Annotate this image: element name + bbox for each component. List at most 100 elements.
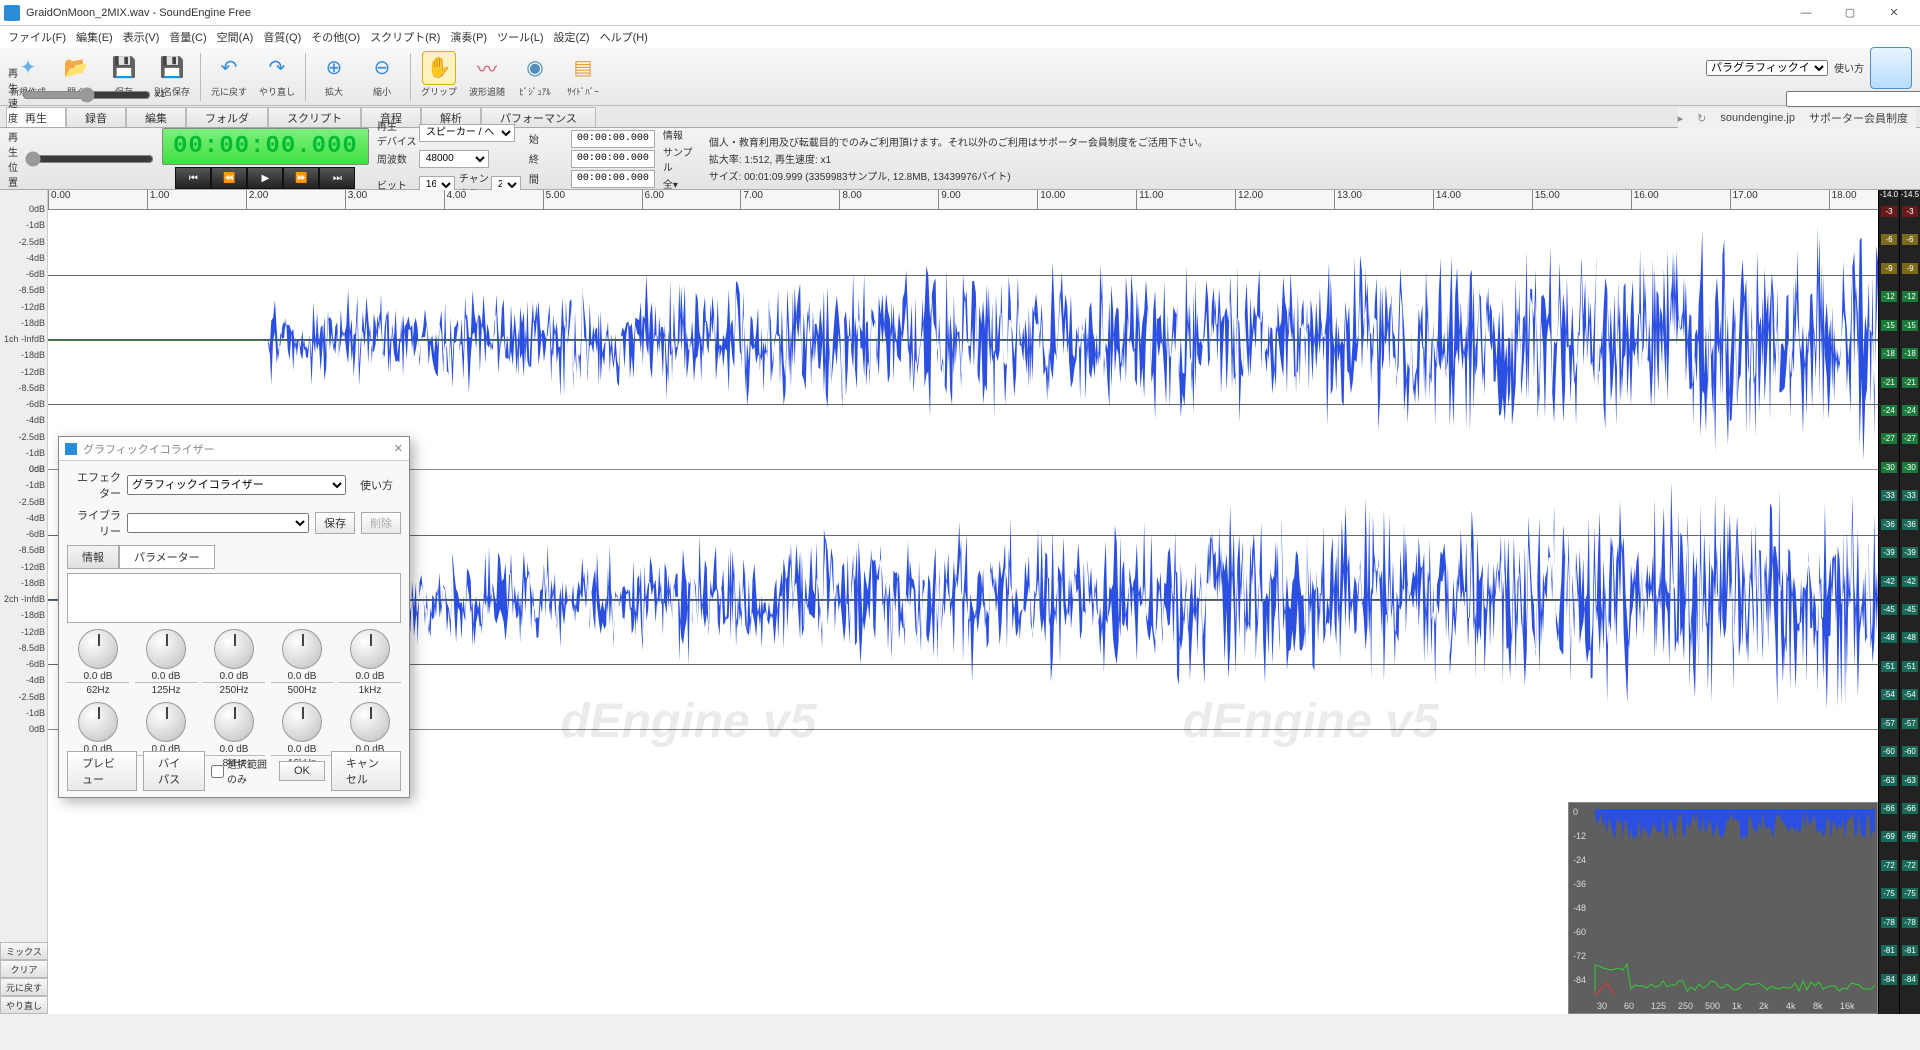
delete-button[interactable]: 削除 xyxy=(361,512,401,534)
support-link[interactable]: サポーター会員制度 xyxy=(1809,110,1908,126)
dialog-tab[interactable]: 情報 xyxy=(67,545,119,569)
preview-button[interactable]: プレビュー xyxy=(67,751,137,791)
effector-select[interactable]: グラフィックイコライザー xyxy=(127,475,346,495)
minimize-button[interactable]: — xyxy=(1784,1,1828,25)
gap-time[interactable] xyxy=(571,170,655,188)
eq-knob-音量[interactable] xyxy=(350,702,390,742)
transport-button[interactable]: ⏪ xyxy=(211,167,247,189)
menu-item[interactable]: スクリプト(R) xyxy=(366,27,444,47)
graphic-eq-dialog: グラフィックイコライザー ✕ エフェクター グラフィックイコライザー 使い方 ラ… xyxy=(58,436,410,798)
domain-link[interactable]: soundengine.jp xyxy=(1720,112,1795,124)
dialog-close-icon[interactable]: ✕ xyxy=(394,442,403,455)
toolbar-拡大[interactable]: ⊕ xyxy=(317,51,351,85)
all-label[interactable]: 全▾ xyxy=(663,176,701,191)
close-button[interactable]: ✕ xyxy=(1872,1,1916,25)
selection-only-checkbox[interactable]: 選択範囲 のみ xyxy=(211,756,267,786)
play-pos-slider[interactable] xyxy=(25,151,154,167)
waveform-ch1[interactable] xyxy=(48,210,1878,470)
menu-item[interactable]: 演奏(P) xyxy=(446,27,491,47)
meter-segment: -36 xyxy=(1902,519,1918,530)
info-line: 拡大率: 1:512, 再生速度: x1 xyxy=(709,151,1208,166)
toolbar-ﾋﾞｼﾞｭｱﾙ[interactable]: ◉ xyxy=(518,51,552,85)
eq-knob-250Hz[interactable] xyxy=(214,629,254,669)
side-button[interactable]: 元に戻す xyxy=(0,978,48,996)
maximize-button[interactable]: ▢ xyxy=(1828,1,1872,25)
spectrum-plot xyxy=(1569,803,1877,1013)
eq-knob-value: 0.0 dB xyxy=(67,671,129,683)
toolbar-元に戻す[interactable]: ↶ xyxy=(212,51,246,85)
db-label: 0dB xyxy=(29,464,45,474)
toolbar-別名保存[interactable]: 💾 xyxy=(155,51,189,85)
menubar: ファイル(F)編集(E)表示(V)音量(C)空間(A)音質(Q)その他(O)スク… xyxy=(0,26,1920,48)
freq-select[interactable]: 48000 xyxy=(419,150,489,168)
dialog-title: グラフィックイコライザー xyxy=(83,441,215,457)
eq-knob-1kHz[interactable] xyxy=(350,629,390,669)
toolbar-グリップ[interactable]: ✋ xyxy=(422,51,456,85)
menu-item[interactable]: その他(O) xyxy=(307,27,364,47)
transport-button[interactable]: ▶ xyxy=(247,167,283,189)
nav-reload-icon[interactable]: ↻ xyxy=(1697,112,1706,125)
meter-segment: -81 xyxy=(1881,945,1897,956)
db-label: -6dB xyxy=(26,529,45,539)
menu-item[interactable]: 音量(C) xyxy=(165,27,210,47)
save-button[interactable]: 保存 xyxy=(315,512,355,534)
db-label: -1dB xyxy=(26,708,45,718)
globe-button[interactable] xyxy=(1870,47,1912,89)
eq-knob-500Hz[interactable] xyxy=(282,629,322,669)
meter-segment: -24 xyxy=(1902,405,1918,416)
toolbar-やり直し[interactable]: ↷ xyxy=(260,51,294,85)
help-link[interactable]: 使い方 xyxy=(1834,60,1864,75)
cancel-button[interactable]: キャンセル xyxy=(331,751,401,791)
app-icon xyxy=(4,5,20,21)
window-title: GraidOnMoon_2MIX.wav - SoundEngine Free xyxy=(26,7,251,19)
eq-knob-2kHz[interactable] xyxy=(78,702,118,742)
info-textarea[interactable] xyxy=(67,573,401,623)
time-ruler[interactable]: 0.001.002.003.004.005.006.007.008.009.00… xyxy=(48,190,1878,210)
toolbar-ｻｲﾄﾞﾊﾞｰ[interactable]: ▤ xyxy=(566,51,600,85)
nav-back-icon[interactable]: ▸ xyxy=(1678,112,1684,125)
meter-segment: -18 xyxy=(1902,348,1918,359)
start-time[interactable] xyxy=(571,130,655,148)
toolbar-波形追随[interactable]: 〰 xyxy=(470,51,504,85)
transport-button[interactable]: ⏩ xyxy=(283,167,319,189)
dialog-tab[interactable]: パラメーター xyxy=(119,545,215,569)
spectrum-panel[interactable]: 0-12-24-36-48-60-72-8430601252505001k2k4… xyxy=(1568,802,1878,1014)
dialog-help-link[interactable]: 使い方 xyxy=(352,475,401,495)
tab-スクリプト[interactable]: スクリプト xyxy=(268,107,361,127)
eq-knob-125Hz[interactable] xyxy=(146,629,186,669)
toolbar-縮小[interactable]: ⊖ xyxy=(365,51,399,85)
spectrum-x-tick: 8k xyxy=(1813,1001,1823,1011)
transport-button[interactable]: ⏭ xyxy=(319,167,355,189)
end-time[interactable] xyxy=(571,150,655,168)
paragraphic-text[interactable] xyxy=(1786,91,1920,107)
side-button[interactable]: ミックス xyxy=(0,942,48,960)
menu-item[interactable]: 設定(Z) xyxy=(550,27,594,47)
menu-item[interactable]: 編集(E) xyxy=(72,27,117,47)
tab-フォルダ[interactable]: フォルダ xyxy=(186,107,268,127)
library-select[interactable] xyxy=(127,513,309,533)
device-select[interactable]: スピーカー / ヘッ▾ xyxy=(419,124,515,142)
meter-segment: -39 xyxy=(1902,547,1918,558)
time-tick: 13.00 xyxy=(1334,190,1362,209)
side-button[interactable]: やり直し xyxy=(0,996,48,1014)
eq-knob-4kHz[interactable] xyxy=(146,702,186,742)
menu-item[interactable]: 音質(Q) xyxy=(259,27,305,47)
meter-segment: -21 xyxy=(1902,377,1918,388)
main-tabs: 再生録音編集フォルダスクリプト音程解析パフォーマンス xyxy=(0,106,1920,128)
bypass-button[interactable]: バイパス xyxy=(143,751,205,791)
menu-item[interactable]: ヘルプ(H) xyxy=(596,27,652,47)
eq-knob-16kHz[interactable] xyxy=(282,702,322,742)
transport-button[interactable]: ⏮ xyxy=(175,167,211,189)
menu-item[interactable]: 空間(A) xyxy=(213,27,258,47)
spectrum-x-tick: 250 xyxy=(1678,1001,1693,1011)
play-speed-slider[interactable] xyxy=(22,87,151,103)
menu-item[interactable]: 表示(V) xyxy=(119,27,164,47)
time-tick: 0.00 xyxy=(48,190,70,209)
menu-item[interactable]: ツール(L) xyxy=(493,27,547,47)
eq-knob-62Hz[interactable] xyxy=(78,629,118,669)
eq-knob-8kHz[interactable] xyxy=(214,702,254,742)
ok-button[interactable]: OK xyxy=(279,761,325,781)
side-button[interactable]: クリア xyxy=(0,960,48,978)
menu-item[interactable]: ファイル(F) xyxy=(4,27,70,47)
paragraphic-eq-select[interactable]: パラグラフィックイコライザー xyxy=(1706,60,1828,76)
